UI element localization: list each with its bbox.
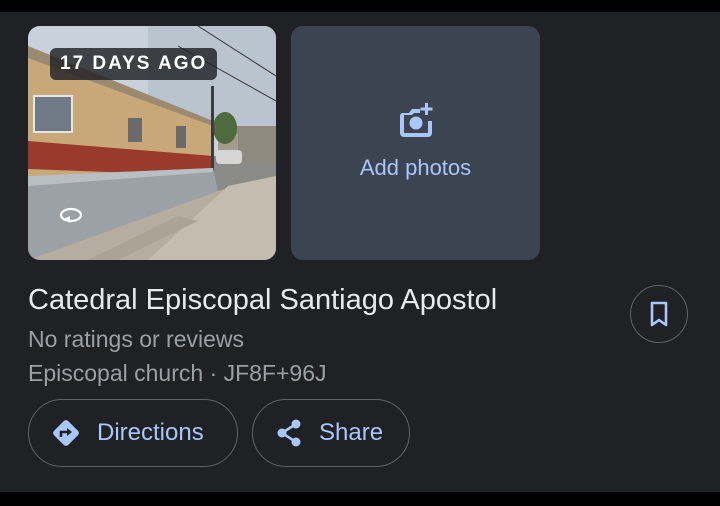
street-view-photo[interactable]: 17 DAYS AGO	[28, 26, 276, 260]
directions-label: Directions	[97, 419, 204, 446]
ratings-text: No ratings or reviews	[28, 326, 245, 352]
bookmark-icon	[650, 301, 668, 327]
share-label: Share	[319, 419, 384, 446]
place-card: 17 DAYS AGO Add photos Catedral Episcopa…	[0, 12, 720, 492]
add-photos-button[interactable]: Add photos	[291, 26, 540, 260]
add-photo-camera-icon	[399, 103, 432, 137]
place-name: Catedral Episcopal Santiago Apostol	[28, 284, 498, 316]
category-plus-code: Episcopal church · JF8F+96J	[28, 360, 327, 386]
save-button[interactable]	[630, 285, 688, 343]
share-icon	[277, 419, 301, 447]
rotate-360-icon	[59, 207, 83, 223]
add-photos-label: Add photos	[359, 155, 472, 180]
directions-button[interactable]: Directions	[28, 399, 238, 467]
directions-diamond-icon	[53, 420, 79, 446]
share-button[interactable]: Share	[252, 399, 410, 467]
photo-age-badge: 17 DAYS AGO	[50, 48, 218, 80]
